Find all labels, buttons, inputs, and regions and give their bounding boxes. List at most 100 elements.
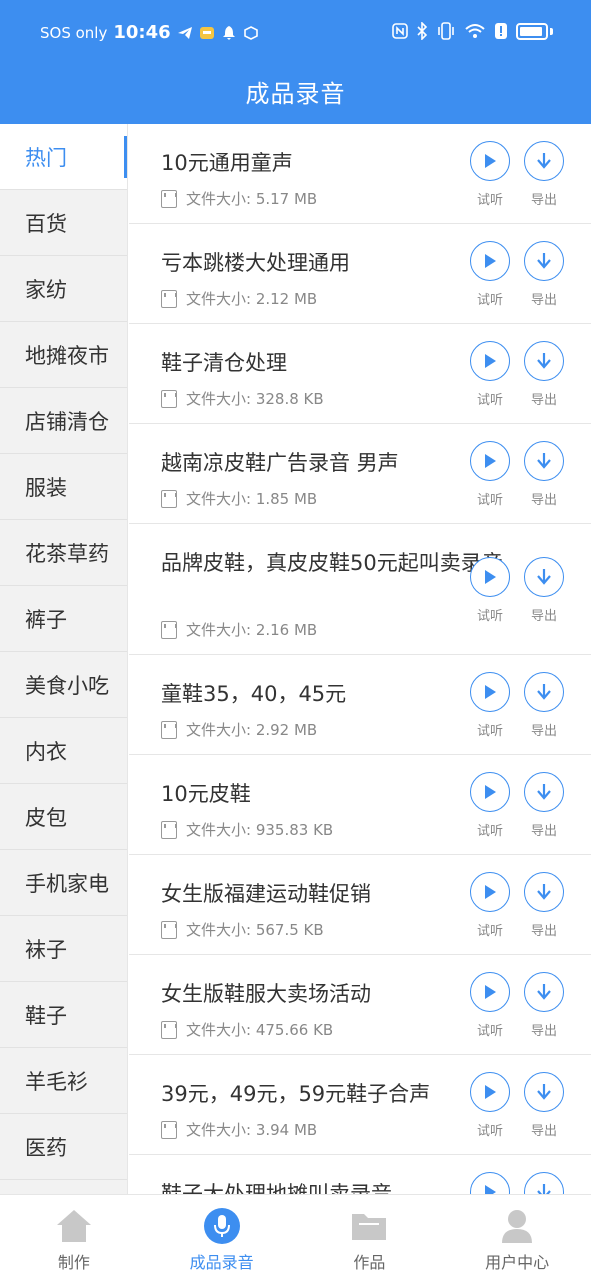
sidebar-item-label: 热门 <box>25 145 67 170</box>
sd-card-icon <box>161 820 177 839</box>
file-size-prefix: 文件大小: <box>186 290 256 308</box>
export-button[interactable]: 导出 <box>523 441 565 508</box>
vibrate-icon <box>438 22 454 40</box>
sidebar-item-label: 鞋子 <box>25 1003 67 1028</box>
list-item[interactable]: 鞋子大处理地摊叫卖录音 文件大小: 试听 导出 <box>129 1155 591 1194</box>
play-button[interactable]: 试听 <box>469 241 511 308</box>
export-button[interactable]: 导出 <box>523 557 565 624</box>
sidebar-item-home-textiles[interactable]: 家纺 <box>0 256 127 322</box>
sidebar-item-store-clearance[interactable]: 店铺清仓 <box>0 388 127 454</box>
recording-title: 鞋子大处理地摊叫卖录音 <box>161 1182 392 1194</box>
user-icon <box>443 1207 591 1245</box>
file-size-info: 文件大小: 5.17 MB <box>161 188 317 209</box>
sidebar-item-herbal-tea[interactable]: 花茶草药 <box>0 520 127 586</box>
export-button[interactable]: 导出 <box>523 241 565 308</box>
export-button[interactable]: 导出 <box>523 141 565 208</box>
recording-title: 亏本跳楼大处理通用 <box>161 251 350 275</box>
file-size-text: 文件大小: 935.83 KB <box>186 819 333 840</box>
sidebar-item-bags[interactable]: 皮包 <box>0 784 127 850</box>
bell-icon <box>222 25 235 40</box>
play-button[interactable]: 试听 <box>469 441 511 508</box>
sidebar-item-label: 袜子 <box>25 937 67 962</box>
play-button[interactable]: 试听 <box>469 1072 511 1139</box>
sidebar-item-socks[interactable]: 袜子 <box>0 916 127 982</box>
list-item[interactable]: 童鞋35，40，45元 文件大小: 2.92 MB 试听 导出 <box>129 655 591 755</box>
list-item[interactable]: 亏本跳楼大处理通用 文件大小: 2.12 MB 试听 导出 <box>129 224 591 324</box>
play-button[interactable]: 试听 <box>469 1172 511 1194</box>
nav-recordings[interactable]: 成品录音 <box>148 1195 296 1280</box>
sd-card-icon <box>161 1020 177 1039</box>
battery-icon <box>516 22 548 40</box>
sidebar-item-medicine[interactable]: 医药 <box>0 1114 127 1180</box>
nav-works[interactable]: 作品 <box>296 1195 444 1280</box>
list-item[interactable]: 10元皮鞋 文件大小: 935.83 KB 试听 导出 <box>129 755 591 855</box>
app-notification-icon <box>199 26 214 39</box>
file-size-info: 文件大小: 935.83 KB <box>161 819 333 840</box>
list-item[interactable]: 女生版福建运动鞋促销 文件大小: 567.5 KB 试听 导出 <box>129 855 591 955</box>
export-button[interactable]: 导出 <box>523 1172 565 1194</box>
play-label: 试听 <box>476 193 503 208</box>
nav-user-center[interactable]: 用户中心 <box>443 1195 591 1280</box>
category-sidebar[interactable]: 热门 百货 家纺 地摊夜市 店铺清仓 服装 花茶草药 裤子 美食小吃 内衣 皮包… <box>0 124 128 1194</box>
bottom-nav: 制作 成品录音 作品 用户中心 <box>0 1194 591 1280</box>
sidebar-item-pants[interactable]: 裤子 <box>0 586 127 652</box>
telegram-icon <box>177 26 192 39</box>
file-size-info: 文件大小: 567.5 KB <box>161 919 324 940</box>
export-button[interactable]: 导出 <box>523 972 565 1039</box>
sidebar-item-shoes[interactable]: 鞋子 <box>0 982 127 1048</box>
list-item[interactable]: 越南凉皮鞋广告录音 男声 文件大小: 1.85 MB 试听 导出 <box>129 424 591 524</box>
play-button[interactable]: 试听 <box>469 672 511 739</box>
sidebar-item-label: 内衣 <box>25 739 67 764</box>
sd-card-icon <box>161 489 177 508</box>
sidebar-item-sweaters[interactable]: 羊毛衫 <box>0 1048 127 1114</box>
list-item[interactable]: 鞋子清仓处理 文件大小: 328.8 KB 试听 导出 <box>129 324 591 424</box>
play-label: 试听 <box>476 1124 503 1139</box>
file-size-info: 文件大小: 2.16 MB <box>161 619 317 640</box>
nav-make[interactable]: 制作 <box>0 1195 148 1280</box>
file-size-text: 文件大小: 2.92 MB <box>186 719 317 740</box>
file-size-info: 文件大小: 3.94 MB <box>161 1119 317 1140</box>
play-button[interactable]: 试听 <box>469 557 511 624</box>
recording-list[interactable]: 10元通用童声 文件大小: 5.17 MB 试听 导出 亏本跳楼大处理通用 文件… <box>129 124 591 1194</box>
microphone-icon <box>148 1207 296 1245</box>
play-button[interactable]: 试听 <box>469 341 511 408</box>
list-item[interactable]: 39元，49元，59元鞋子合声 文件大小: 3.94 MB 试听 导出 <box>129 1055 591 1155</box>
list-item[interactable]: 10元通用童声 文件大小: 5.17 MB 试听 导出 <box>129 124 591 224</box>
sidebar-item-electronics[interactable]: 手机家电 <box>0 850 127 916</box>
export-button[interactable]: 导出 <box>523 872 565 939</box>
sd-card-icon <box>161 620 177 639</box>
export-label: 导出 <box>530 824 557 839</box>
recording-title: 39元，49元，59元鞋子合声 <box>161 1082 431 1106</box>
battery-tip <box>550 27 553 35</box>
play-button[interactable]: 试听 <box>469 141 511 208</box>
export-button[interactable]: 导出 <box>523 1072 565 1139</box>
recording-title: 女生版鞋服大卖场活动 <box>161 982 371 1006</box>
sidebar-item-label: 手机家电 <box>25 871 109 896</box>
sidebar-item-label: 羊毛衫 <box>25 1069 88 1094</box>
file-size-text: 文件大小: 2.12 MB <box>186 288 317 309</box>
sidebar-item-snacks[interactable]: 美食小吃 <box>0 652 127 718</box>
sidebar-item-general-goods[interactable]: 百货 <box>0 190 127 256</box>
file-size-value: 5.17 MB <box>255 190 318 208</box>
sidebar-item-clothing[interactable]: 服装 <box>0 454 127 520</box>
file-size-value: 935.83 KB <box>255 821 334 839</box>
app-header: SOS only 10:46 成品录音 <box>0 0 591 124</box>
play-button[interactable]: 试听 <box>469 972 511 1039</box>
sd-card-icon <box>161 189 177 208</box>
sidebar-item-night-market[interactable]: 地摊夜市 <box>0 322 127 388</box>
export-button[interactable]: 导出 <box>523 672 565 739</box>
play-button[interactable]: 试听 <box>469 772 511 839</box>
file-size-prefix: 文件大小: <box>186 1021 256 1039</box>
sd-card-icon <box>161 1120 177 1139</box>
download-icon <box>524 141 564 181</box>
sidebar-item-hot[interactable]: 热门 <box>0 124 127 190</box>
sidebar-item-underwear[interactable]: 内衣 <box>0 718 127 784</box>
download-icon <box>524 772 564 812</box>
list-item[interactable]: 品牌皮鞋，真皮皮鞋50元起叫卖录音 文件大小: 2.16 MB 试听 导出 <box>129 524 591 655</box>
list-item[interactable]: 女生版鞋服大卖场活动 文件大小: 475.66 KB 试听 导出 <box>129 955 591 1055</box>
carrier-text: SOS only <box>40 23 108 42</box>
download-icon <box>524 872 564 912</box>
export-button[interactable]: 导出 <box>523 772 565 839</box>
export-button[interactable]: 导出 <box>523 341 565 408</box>
play-button[interactable]: 试听 <box>469 872 511 939</box>
